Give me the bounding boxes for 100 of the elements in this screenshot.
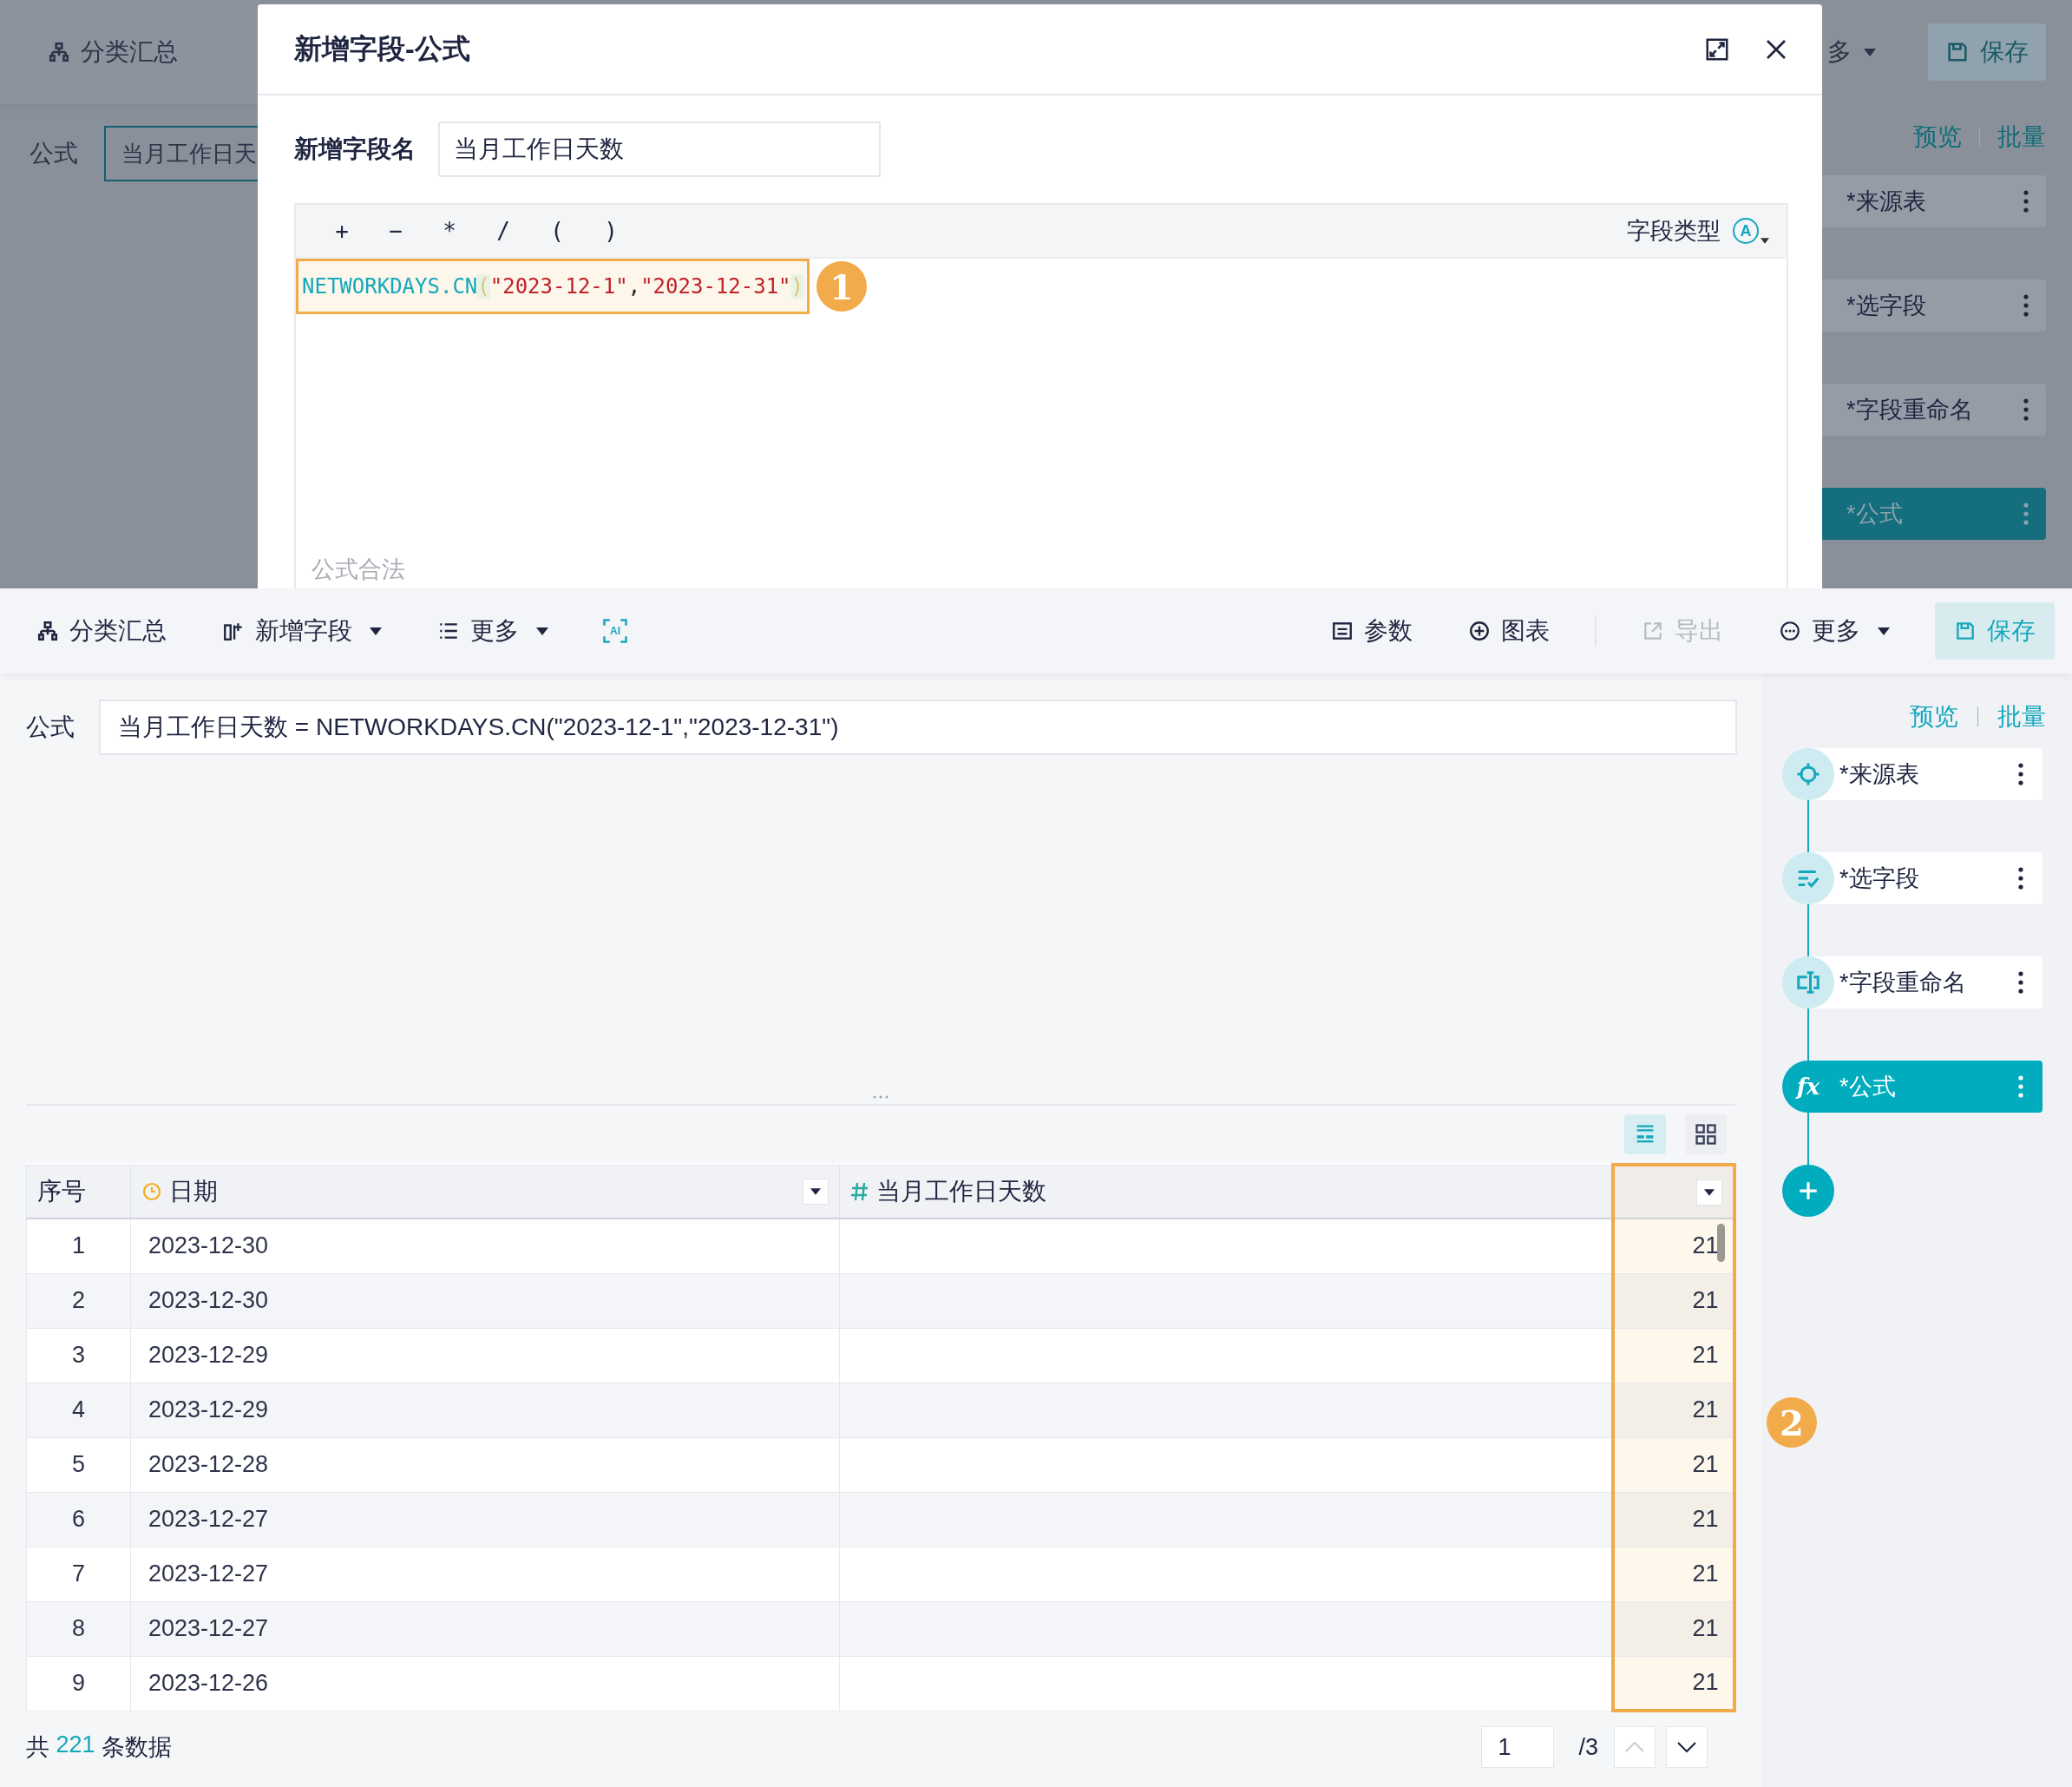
table-cell: 2023-12-30 [130,1219,840,1273]
scrollbar-thumb[interactable] [1717,1224,1725,1262]
pipeline-step[interactable]: *字段重命名 [1782,956,2042,1008]
formula-code: NETWORKDAYS.CN("2023-12-1","2023-12-31") [296,259,810,314]
operator-button[interactable]: ) [600,218,622,244]
table-cell: 2023-12-27 [130,1547,840,1601]
toolbar-button[interactable]: 更多 [427,602,559,660]
operator-button[interactable]: / [492,218,515,244]
table-cell: 21 [1612,1492,1734,1547]
dropdown-button[interactable] [803,1178,829,1205]
table-cell: 2023-12-27 [130,1492,840,1547]
more-vertical-icon[interactable] [2018,971,2023,994]
table-cell: 2023-12-29 [130,1328,840,1383]
save-icon [1945,40,1970,64]
table-cell: 2023-12-27 [130,1601,840,1656]
caret-icon [536,627,548,635]
field-name-input[interactable]: 当月工作日天数 [438,122,881,177]
toolbar-button[interactable]: 更多 [1768,602,1900,660]
frame-icon [602,618,628,644]
save-icon [1954,620,1977,642]
column-header[interactable]: 日期 [130,1165,840,1219]
toolbar-button[interactable]: 图表 [1458,602,1560,660]
formula-label: 公式 [30,139,78,168]
caret-icon [1761,238,1769,244]
dropdown-button[interactable] [1695,1179,1722,1206]
table-cell: 21 [1612,1273,1734,1328]
connector-line [1807,1113,1809,1165]
page-total: /3 [1578,1733,1598,1761]
table-cell: 21 [1612,1547,1734,1601]
pipeline-step[interactable]: *选字段 [1820,279,2046,332]
hash-icon [850,1180,869,1202]
validation-status: 公式合法 [311,555,406,584]
table-cell: 21 [1612,1656,1734,1711]
formula-field[interactable]: 当月工作日天数 = NETWORKDAYS.CN("2023-12-1","2023-12-31") [99,700,1737,755]
column-header[interactable]: 序号 [26,1165,131,1219]
dialog-title: 新增字段-公式 [294,31,470,66]
operator-button[interactable]: * [438,218,461,244]
table-cell: 21 [1612,1219,1734,1273]
text-cursor-icon [1795,969,1821,995]
table-cell: 21 [1612,1601,1734,1656]
caret-icon [1878,627,1890,635]
resize-handle-icon[interactable] [873,1095,888,1099]
chevron-up-icon [1624,1741,1645,1753]
plus-icon [1797,1179,1820,1202]
table-cell: 5 [26,1437,131,1492]
crosshair-icon [1795,761,1821,787]
caret-icon [1703,1188,1715,1196]
operator-button[interactable]: + [331,218,353,244]
more-vertical-icon[interactable] [2018,867,2023,890]
formula-label: 公式 [26,713,75,742]
view-toggle[interactable] [1624,1114,1666,1154]
formula-editor[interactable]: + − * / ( ) 字段类型 A NETWORKDAYS.CN("2023-12-1","2023-12-31") 1 公式合法 [294,203,1788,588]
pipeline-step[interactable]: *来源表 [1782,748,2042,800]
caret-icon [370,627,382,635]
caret-icon [1864,48,1876,56]
toolbar-button[interactable]: 参数 [1321,602,1423,660]
table-cell: 6 [26,1492,131,1547]
connector-line [1807,904,1809,956]
table-cell: 7 [26,1547,131,1601]
table-cell: 2 [26,1273,131,1328]
export-icon [1642,620,1664,642]
toolbar-button[interactable]: 分类汇总 [26,602,177,660]
field-type-label: 字段类型 [1627,217,1721,246]
more-icon [1779,620,1801,642]
clock-icon [141,1180,162,1202]
hierarchy-icon [48,41,70,63]
page-input[interactable]: 1 [1481,1726,1555,1768]
hierarchy-icon [36,620,59,642]
record-count: 共 221 条数据 [26,1731,173,1762]
table-cell: 2023-12-30 [130,1273,840,1328]
table-cell: 21 [1612,1383,1734,1437]
function-icon: fx [1796,1075,1820,1098]
operator-button[interactable]: ( [546,218,568,244]
pipeline-step[interactable]: *选字段 [1782,852,2042,904]
grid-view-icon [1694,1122,1718,1146]
table-cell: 2023-12-28 [130,1437,840,1492]
sliders-panel-icon [1331,620,1354,642]
table-cell: 21 [1612,1328,1734,1383]
table-cell: 21 [1612,1437,1734,1492]
table-cell: 1 [26,1219,131,1273]
more-vertical-icon[interactable] [2018,763,2023,785]
operator-button[interactable]: − [384,218,407,244]
field-label: 新增字段名 [294,135,416,164]
toolbar-button[interactable]: 新增字段 [212,602,392,660]
caret-icon [810,1187,821,1195]
callout-badge: 1 [816,261,867,312]
column-header[interactable]: 当月工作日天数 [839,1165,1613,1219]
table-cell: 2023-12-29 [130,1383,840,1437]
chevron-down-icon [1676,1741,1697,1753]
more-button[interactable]: 多 [1827,36,1876,69]
pipeline-step[interactable]: *来源表 [1820,175,2046,227]
pipeline-step[interactable]: *字段重命名 [1820,384,2046,436]
view-toggle[interactable] [1685,1114,1727,1154]
table-cell: 4 [26,1383,131,1437]
table-cell: 3 [26,1328,131,1383]
table-cell: 9 [26,1656,131,1711]
plus-circle-icon [1468,620,1491,642]
next-page-button[interactable] [1666,1726,1708,1768]
toolbar-button[interactable]: 分类汇总 [48,36,178,69]
table-cell: 8 [26,1601,131,1656]
